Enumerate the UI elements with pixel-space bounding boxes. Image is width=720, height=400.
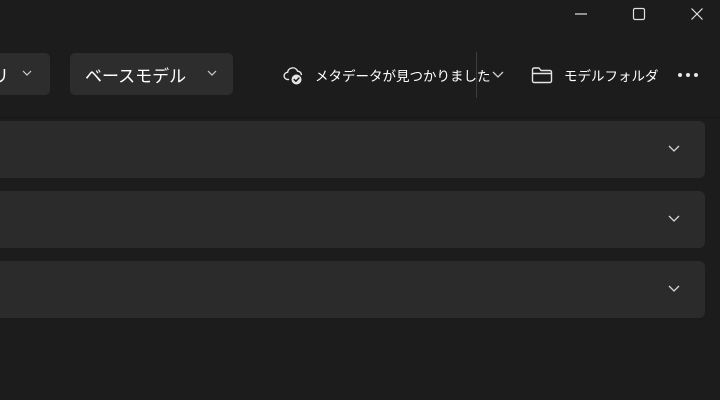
base-model-dropdown-label: ベースモデル (85, 66, 187, 87)
folder-icon (531, 67, 553, 84)
split-button-divider (476, 52, 477, 98)
title-bar (0, 0, 720, 32)
minimize-icon (575, 13, 587, 15)
more-horizontal-icon (678, 73, 698, 77)
chevron-down-icon (207, 70, 217, 76)
toolbar: リ ベースモデル メタデータが見つかりました モデルフォルダ (0, 32, 720, 118)
category-dropdown-label: リ (0, 66, 9, 87)
category-dropdown[interactable]: リ (0, 53, 50, 95)
more-options-button[interactable] (674, 63, 702, 87)
metadata-status-button[interactable]: メタデータが見つかりました (283, 62, 491, 88)
expander-panel[interactable] (0, 121, 705, 178)
chevron-down-icon (22, 70, 32, 76)
base-model-dropdown[interactable]: ベースモデル (70, 53, 233, 95)
expander-panel[interactable] (0, 261, 705, 318)
expander-panel[interactable] (0, 191, 705, 248)
close-icon (691, 8, 703, 20)
metadata-status-label: メタデータが見つかりました (315, 69, 491, 85)
maximize-icon (632, 7, 646, 21)
minimize-button[interactable] (558, 0, 604, 28)
toolbar-divider (0, 117, 720, 118)
model-folder-button[interactable]: モデルフォルダ (530, 62, 659, 88)
cloud-check-icon (283, 67, 303, 85)
model-folder-label: モデルフォルダ (564, 69, 659, 85)
maximize-button[interactable] (616, 0, 662, 28)
chevron-down-icon[interactable] (667, 283, 681, 295)
chevron-down-icon[interactable] (667, 213, 681, 225)
close-button[interactable] (674, 0, 720, 28)
chevron-down-icon[interactable] (488, 68, 508, 82)
chevron-down-icon[interactable] (667, 143, 681, 155)
